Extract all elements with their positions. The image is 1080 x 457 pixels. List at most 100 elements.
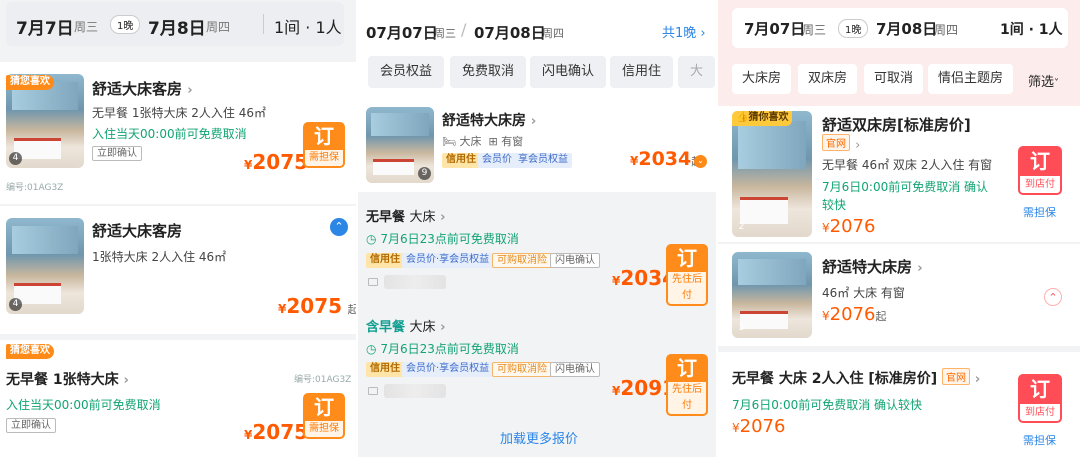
blurred-info	[384, 275, 446, 289]
instant-confirm-tag: 闪电确认	[550, 362, 600, 377]
nights-badge: 1晚	[838, 19, 869, 38]
book-button[interactable]: 订 到店付	[1018, 374, 1062, 423]
filter-button[interactable]: 筛选˅	[1028, 71, 1059, 90]
room-photo[interactable]: 3	[732, 252, 812, 338]
room-card[interactable]: 2 👍猜你喜欢 舒适双床房[标准房价] 官网 › 无早餐 46㎡ 双床 2人入住…	[718, 106, 1080, 242]
insurance-tag: 可购取消险	[492, 362, 552, 377]
filter-chip[interactable]: 信用住	[610, 56, 674, 88]
room-card[interactable]: 9 舒适特大床房 › 🛏 大床 ⊞ 有窗 信用住 会员价 享会员权益 ¥2034…	[358, 100, 716, 192]
checkout-date[interactable]: 7月8日	[148, 14, 206, 39]
book-button[interactable]: 订 先住后付	[666, 244, 708, 306]
divider	[263, 14, 264, 34]
chevron-up-icon[interactable]: ⌃	[1044, 288, 1062, 306]
checkout-weekday: 周四	[206, 20, 231, 34]
checkin-date[interactable]: 7月07日	[744, 18, 805, 39]
photo-count: 3	[738, 323, 745, 333]
checkout-date[interactable]: 07月08日	[474, 22, 546, 43]
cancel-policy: ◷ 7月6日23点前可免费取消	[366, 342, 519, 356]
room-title[interactable]: 舒适大床客房 ›	[92, 78, 193, 99]
clock-icon: ◷	[366, 232, 377, 246]
thumbs-up-icon: 👍	[736, 112, 749, 123]
checkin-date[interactable]: 7月7日	[16, 14, 74, 39]
checkin-weekday: 周三	[74, 20, 99, 34]
filter-chip[interactable]: 闪电确认	[530, 56, 607, 88]
rate-title[interactable]: 含早餐 大床 ›	[366, 316, 445, 335]
room-card[interactable]: 4 猜您喜欢 舒适大床客房 › 无早餐 1张特大床 2人入住 46㎡ 入住当天0…	[0, 62, 356, 204]
checkout-date[interactable]: 7月08日	[876, 18, 937, 39]
room-desc: 无早餐 46㎡ 双床 2人入住 有窗	[822, 158, 993, 172]
room-title[interactable]: 舒适大床客房	[92, 220, 182, 241]
nights-badge: 1晚	[110, 15, 141, 34]
guarantee-label: 需担保	[1023, 434, 1056, 447]
rate-title[interactable]: 无早餐 大床 ›	[366, 206, 445, 225]
credit-stay-tag: 信用住	[366, 253, 404, 268]
room-photo[interactable]: 4	[6, 218, 84, 314]
rate-title[interactable]: 无早餐 大床 2人入住 [标准房价] 官网 ›	[732, 368, 980, 388]
rate-plan-row[interactable]: 含早餐 大床 › ◷ 7月6日23点前可免费取消 信用住 会员价·享会员权益 可…	[358, 306, 716, 416]
photo-count: 2	[738, 222, 745, 232]
checkout-weekday: 周四	[542, 27, 564, 40]
cancel-policy: 入住当天00:00前可免费取消	[92, 127, 247, 141]
confirm-speed: 较快	[822, 198, 847, 212]
date-bar[interactable]: 7月7日 周三 1晚 7月8日 周四 1间 · 1人	[6, 2, 344, 46]
panel-hotel-app-3: 7月07日 周三 1晚 7月08日 周四 1间 · 1人 大床房 双床房 可取消…	[718, 0, 1080, 457]
room-title[interactable]: 舒适双床房[标准房价]	[822, 114, 971, 135]
recommend-badge: 👍猜你喜欢	[732, 111, 793, 126]
filter-chip[interactable]: 会员权益	[368, 56, 445, 88]
header-area: 07月07日 周三 / 07月08日 周四 共1晚 › 会员权益 免费取消 闪电…	[358, 0, 716, 100]
rooms-guests[interactable]: 1间 · 1人	[1000, 19, 1063, 39]
cancel-policy: 7月6日0:00前可免费取消 确认	[822, 180, 989, 194]
lock-icon	[368, 278, 378, 286]
date-bar[interactable]: 7月07日 周三 1晚 7月08日 周四 1间 · 1人	[732, 8, 1068, 48]
chevron-up-icon[interactable]: ⌃	[330, 218, 348, 236]
guarantee-label: 需担保	[1023, 206, 1056, 219]
cancel-policy: 7月6日0:00前可免费取消 确认较快	[732, 398, 923, 412]
room-card[interactable]: 3 舒适特大床房 › 46㎡ 大床 有窗 ¥2076起 ⌃	[718, 244, 1080, 346]
member-price-tag: 会员价	[478, 153, 516, 168]
instant-confirm-tag: 立即确认	[6, 418, 56, 433]
room-title[interactable]: 舒适特大床房 ›	[822, 256, 923, 277]
nights-link[interactable]: 共1晚 ›	[662, 22, 706, 41]
room-photo[interactable]: 2	[732, 111, 812, 237]
book-button[interactable]: 订 需担保	[303, 393, 345, 439]
window-icon: ⊞	[488, 135, 498, 148]
rate-plan-card[interactable]: 猜您喜欢 无早餐 1张特大床 › 编号:01AG3Z 入住当天00:00前可免费…	[0, 340, 356, 457]
date-separator: /	[461, 20, 467, 39]
recommend-badge: 猜您喜欢	[6, 344, 54, 359]
filter-chip[interactable]: 大床房	[732, 64, 792, 94]
chevron-down-icon[interactable]: ⌄	[694, 155, 707, 168]
filter-chip[interactable]: 免费取消	[450, 56, 527, 88]
rate-title[interactable]: 无早餐 1张特大床 ›	[6, 369, 129, 389]
checkout-weekday: 周四	[934, 23, 959, 37]
chevron-right-icon: ›	[530, 114, 537, 129]
book-button[interactable]: 订 到店付	[1018, 146, 1062, 195]
rate-price: ¥2075	[244, 420, 309, 444]
filter-chip[interactable]: 情侣主题房	[928, 64, 1014, 94]
filter-chip[interactable]: 大	[678, 56, 716, 88]
filter-chip[interactable]: 可取消	[864, 64, 924, 94]
photo-count: 4	[9, 152, 22, 165]
book-button[interactable]: 订 先住后付	[666, 354, 708, 416]
checkin-date[interactable]: 07月07日	[366, 22, 438, 43]
room-price: ¥2076	[822, 216, 876, 237]
credit-stay-tag: 信用住	[442, 153, 480, 168]
filter-chip[interactable]: 双床房	[798, 64, 858, 94]
room-card[interactable]: 4 舒适大床客房 1张特大床 2人入住 46㎡ ⌃ ¥2075 起	[0, 206, 356, 334]
rate-plan-card[interactable]: 无早餐 大床 2人入住 [标准房价] 官网 › 7月6日0:00前可免费取消 确…	[718, 352, 1080, 457]
checkin-weekday: 周三	[802, 23, 827, 37]
load-more-link[interactable]: 加载更多报价	[500, 428, 578, 447]
room-price: ¥2076起	[822, 304, 887, 325]
clock-icon: ◷	[366, 342, 377, 356]
official-tag: 官网 ›	[822, 134, 860, 153]
rate-plan-row[interactable]: 无早餐 大床 › ◷ 7月6日23点前可免费取消 信用住 会员价·享会员权益 可…	[358, 196, 716, 306]
book-button[interactable]: 订 需担保	[303, 122, 345, 168]
photo-count: 4	[9, 298, 22, 311]
rooms-guests[interactable]: 1间 · 1人	[274, 14, 342, 38]
room-photo[interactable]: 9	[366, 107, 434, 183]
chevron-down-icon: ˅	[1054, 78, 1060, 89]
room-desc: 46㎡ 大床 有窗	[822, 286, 905, 300]
checkin-weekday: 周三	[434, 27, 456, 40]
room-title[interactable]: 舒适特大床房 ›	[442, 110, 536, 130]
room-desc: 无早餐 1张特大床 2人入住 46㎡	[92, 106, 266, 120]
chevron-right-icon: ›	[187, 83, 193, 98]
